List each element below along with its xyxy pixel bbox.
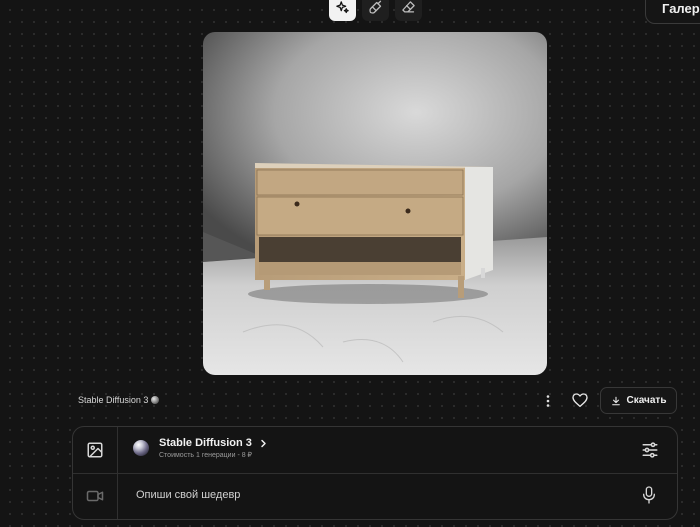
sliders-icon [642, 442, 658, 458]
media-separator [73, 473, 118, 474]
download-icon [611, 396, 620, 405]
microphone-icon [643, 486, 655, 504]
download-label: Скачать [626, 395, 667, 406]
generation-settings-button[interactable] [641, 441, 659, 459]
more-vertical-icon [546, 395, 550, 407]
prompt-input[interactable] [136, 486, 636, 504]
result-model-label: Stable Diffusion 3 [78, 395, 149, 405]
composer-separator [118, 473, 677, 474]
model-avatar-icon [133, 440, 149, 456]
video-camera-icon [86, 490, 104, 502]
brush-icon [369, 0, 382, 14]
download-button[interactable]: Скачать [600, 387, 677, 414]
sparkles-icon [336, 1, 349, 14]
favorite-button[interactable] [568, 389, 592, 411]
gallery-button[interactable]: Галерея [645, 0, 700, 24]
eraser-mode-button[interactable] [395, 0, 422, 21]
media-type-column [73, 427, 118, 519]
gallery-label: Галерея [662, 1, 700, 16]
image-canvas [203, 32, 547, 375]
prompt-composer: Stable Diffusion 3 Стоимость 1 генерации… [72, 426, 678, 520]
heart-icon [572, 393, 588, 407]
model-logo-icon [151, 396, 160, 404]
image-icon [87, 442, 103, 458]
more-options-button[interactable] [540, 392, 556, 410]
inpaint-mode-button[interactable] [362, 0, 389, 21]
model-name: Stable Diffusion 3 [159, 437, 252, 449]
mode-toolbar [329, 0, 422, 21]
model-selector[interactable]: Stable Diffusion 3 Стоимость 1 генерации… [133, 437, 267, 459]
chevron-right-icon [261, 439, 266, 447]
generation-cost: Стоимость 1 генерации - 8 ₽ [159, 452, 253, 459]
video-mode-button[interactable] [86, 487, 104, 505]
image-mode-button[interactable] [86, 441, 104, 459]
generate-mode-button[interactable] [329, 0, 356, 21]
model-texts: Stable Diffusion 3 Стоимость 1 генерации… [159, 437, 267, 459]
result-model-tag: Stable Diffusion 3 [78, 395, 160, 405]
generated-image[interactable] [203, 32, 547, 375]
voice-input-button[interactable] [641, 485, 657, 505]
model-name-row: Stable Diffusion 3 [159, 437, 267, 449]
eraser-icon [402, 1, 415, 13]
